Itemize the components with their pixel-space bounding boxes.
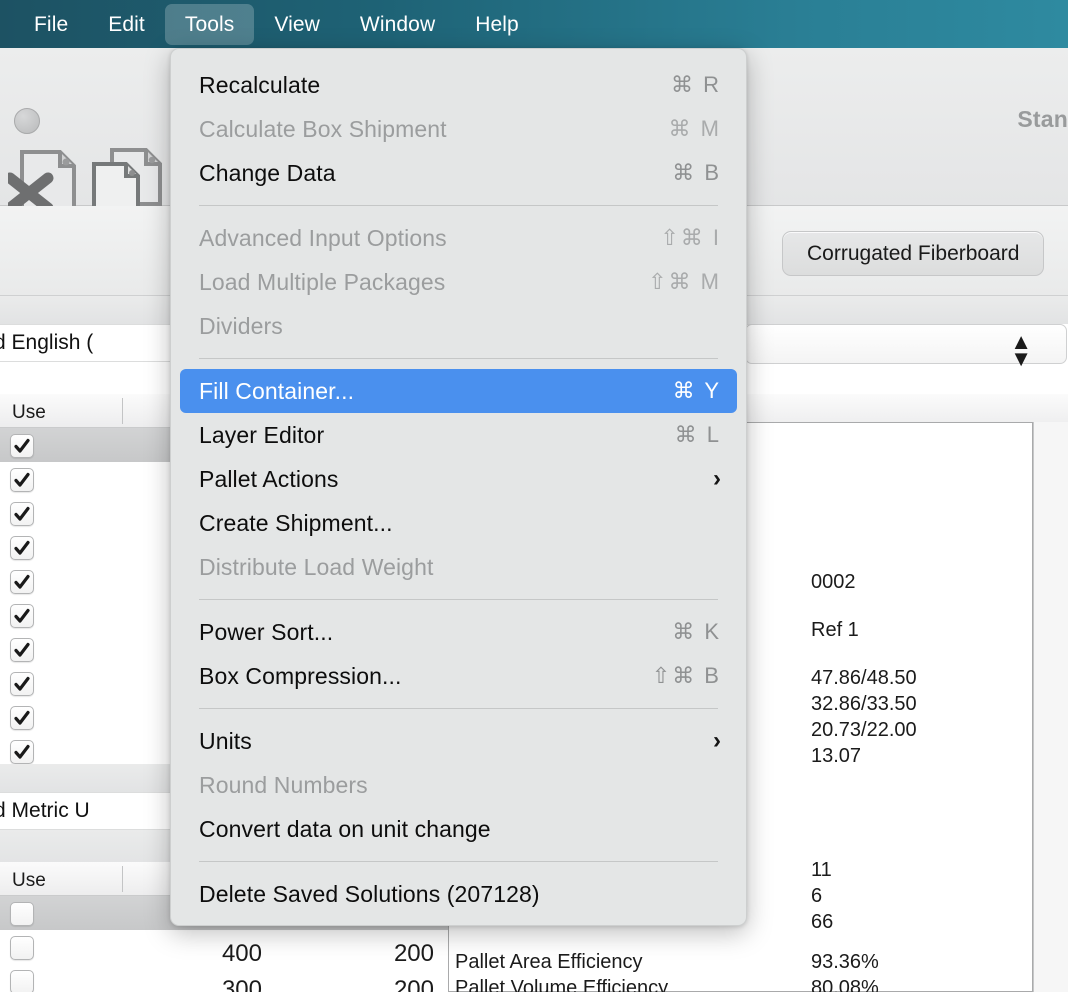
menu-item-shortcut: ⌘ L — [674, 422, 721, 447]
result-value-count-b: 6 — [811, 885, 823, 907]
tools-dropdown-menu: Recalculate ⌘ R Calculate Box Shipment ⌘ MC… — [170, 48, 747, 926]
menu-item-power-sort[interactable]: Power Sort... ⌘ K — [180, 610, 737, 654]
menu-item-label: Distribute Load Weight — [199, 553, 434, 580]
menu-item-convert-data-on-unit-change[interactable]: Convert data on unit change — [180, 807, 737, 851]
menu-item-label: Recalculate — [199, 71, 321, 98]
chevron-right-icon: › — [713, 727, 721, 754]
result-value-reference: Ref 1 — [811, 619, 859, 641]
menu-item-shortcut: ⌘ B — [672, 160, 721, 185]
menu-item-label: Dividers — [199, 312, 283, 339]
result-label-volume-efficiency: Pallet Volume Efficiency — [455, 977, 669, 992]
menu-item-label: Power Sort... — [199, 618, 334, 645]
result-value-width: 32.86/33.50 — [811, 693, 917, 715]
menu-item-units[interactable]: Units › — [180, 719, 737, 763]
use-checkbox[interactable] — [10, 970, 34, 992]
menu-item-advanced-input-options: Advanced Input Options ⇧⌘ I — [180, 216, 737, 260]
use-checkbox[interactable] — [10, 468, 34, 492]
menu-item-calculate-box-shipment: Calculate Box Shipment ⌘ M — [180, 107, 737, 151]
menu-separator — [199, 205, 718, 206]
menu-item-layer-editor[interactable]: Layer Editor ⌘ L — [180, 413, 737, 457]
menubar-item-view[interactable]: View — [254, 4, 340, 45]
menu-item-load-multiple-packages: Load Multiple Packages ⇧⌘ M — [180, 260, 737, 304]
table-cell-length[interactable]: 400 — [180, 940, 262, 968]
menu-item-recalculate[interactable]: Recalculate ⌘ R — [180, 63, 737, 107]
menu-bar: File Edit Tools View Window Help — [0, 0, 1068, 48]
menu-separator — [199, 358, 718, 359]
menu-separator — [199, 599, 718, 600]
result-value-length: 47.86/48.50 — [811, 667, 917, 689]
menu-item-label: Create Shipment... — [199, 509, 393, 536]
use-checkbox[interactable] — [10, 740, 34, 764]
menu-item-label: Units — [199, 727, 252, 754]
menu-item-round-numbers: Round Numbers — [180, 763, 737, 807]
result-value-solution-id: 0002 — [811, 571, 856, 593]
english-column-divider — [122, 398, 123, 424]
menu-item-shortcut: ⌘ Y — [672, 378, 721, 403]
menu-item-delete-saved-solutions-207128[interactable]: Delete Saved Solutions (207128) — [180, 872, 737, 916]
stepper-arrows-icon[interactable]: ▲ ▼ — [1010, 330, 1032, 369]
menu-item-shortcut: ⇧⌘ I — [660, 225, 721, 250]
panel-right-gutter — [1033, 422, 1068, 992]
result-value-area-efficiency: 93.36% — [811, 951, 879, 973]
menu-item-shortcut: ⇧⌘ M — [648, 269, 721, 294]
use-checkbox[interactable] — [10, 672, 34, 696]
use-checkbox[interactable] — [10, 706, 34, 730]
menu-item-shortcut: ⌘ K — [672, 619, 721, 644]
chevron-right-icon: › — [713, 465, 721, 492]
menu-separator — [199, 708, 718, 709]
menu-item-create-shipment[interactable]: Create Shipment... — [180, 501, 737, 545]
status-indicator-circle — [14, 108, 40, 134]
result-value-volume-efficiency: 80.08% — [811, 977, 879, 992]
menu-item-label: Fill Container... — [199, 377, 355, 404]
result-value-count-c: 66 — [811, 911, 834, 933]
menu-item-label: Layer Editor — [199, 421, 325, 448]
table-cell-width[interactable]: 200 — [352, 976, 434, 992]
menu-item-label: Load Multiple Packages — [199, 268, 446, 295]
menu-separator — [199, 861, 718, 862]
table-cell-width[interactable]: 200 — [352, 940, 434, 968]
use-checkbox[interactable] — [10, 536, 34, 560]
menubar-item-window[interactable]: Window — [340, 4, 455, 45]
use-checkbox[interactable] — [10, 638, 34, 662]
menubar-item-help[interactable]: Help — [455, 4, 539, 45]
menu-item-label: Box Compression... — [199, 662, 402, 689]
menu-item-change-data[interactable]: Change Data ⌘ B — [180, 151, 737, 195]
menu-item-pallet-actions[interactable]: Pallet Actions › — [180, 457, 737, 501]
menu-item-label: Change Data — [199, 159, 336, 186]
use-checkbox[interactable] — [10, 936, 34, 960]
menu-item-fill-container[interactable]: Fill Container... ⌘ Y — [180, 369, 737, 413]
menu-item-box-compression[interactable]: Box Compression... ⇧⌘ B — [180, 654, 737, 698]
english-column-use: Use — [12, 402, 46, 423]
use-checkbox[interactable] — [10, 604, 34, 628]
menubar-item-edit[interactable]: Edit — [88, 4, 165, 45]
menu-item-label: Calculate Box Shipment — [199, 115, 447, 142]
menu-item-label: Convert data on unit change — [199, 815, 491, 842]
menu-item-shortcut: ⌘ M — [668, 116, 721, 141]
menu-item-label: Delete Saved Solutions (207128) — [199, 880, 540, 907]
use-checkbox[interactable] — [10, 502, 34, 526]
window-title-fragment: Stan — [1017, 106, 1068, 132]
menu-item-shortcut: ⇧⌘ B — [651, 663, 721, 688]
metric-column-divider — [122, 866, 123, 892]
english-unit-stepper[interactable]: ▲ ▼ — [745, 324, 1067, 370]
result-value-height: 20.73/22.00 — [811, 719, 917, 741]
use-checkbox[interactable] — [10, 434, 34, 458]
menu-item-label: Pallet Actions — [199, 465, 339, 492]
menubar-item-file[interactable]: File — [14, 4, 88, 45]
use-checkbox[interactable] — [10, 570, 34, 594]
app-window: Stan Corrugated Fiberboard ndard English… — [0, 0, 1068, 992]
menu-item-shortcut: ⌘ R — [671, 72, 721, 97]
menu-item-label: Advanced Input Options — [199, 224, 447, 251]
menu-item-dividers: Dividers — [180, 304, 737, 348]
menubar-item-tools[interactable]: Tools — [164, 3, 255, 45]
result-value-weight: 13.07 — [811, 745, 862, 767]
table-cell-length[interactable]: 300 — [180, 976, 262, 992]
menu-item-label: Round Numbers — [199, 771, 368, 798]
metric-column-use: Use — [12, 870, 46, 891]
result-label-area-efficiency: Pallet Area Efficiency — [455, 951, 643, 973]
menu-item-distribute-load-weight: Distribute Load Weight — [180, 545, 737, 589]
material-button[interactable]: Corrugated Fiberboard — [782, 231, 1045, 276]
result-value-count-a: 11 — [811, 859, 832, 881]
use-checkbox[interactable] — [10, 902, 34, 926]
